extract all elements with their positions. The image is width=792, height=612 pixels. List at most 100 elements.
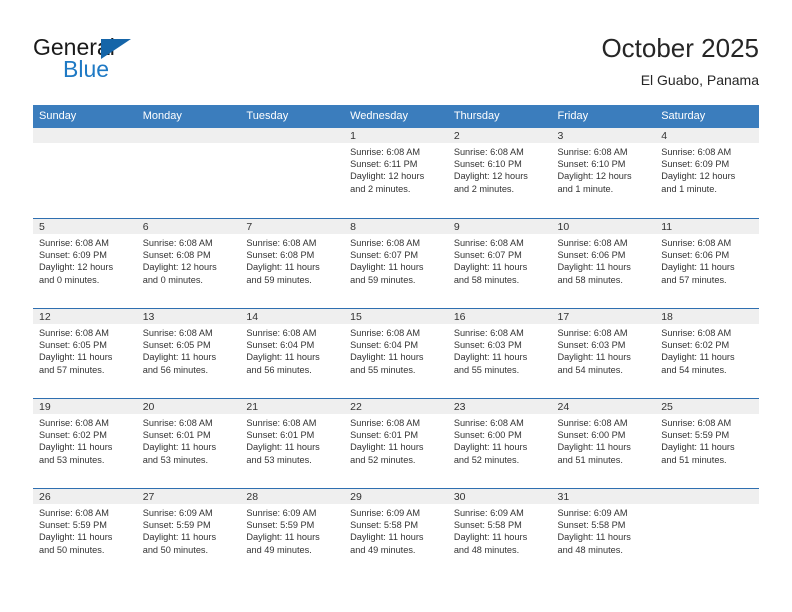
calendar-day-cell: [655, 488, 759, 578]
sunset-text: Sunset: 6:01 PM: [246, 430, 315, 441]
daylight-text-line2: and 55 minutes.: [453, 364, 520, 375]
calendar-day-cell[interactable]: 13 Sunrise: 6:08 AM Sunset: 6:05 PM Dayligh…: [136, 308, 241, 398]
day-details: Sunrise: 6:08 AM Sunset: 6:03 PM Daylight:…: [448, 324, 552, 376]
sunset-text: Sunset: 6:03 PM: [453, 340, 522, 351]
day-cell-inner: 30 Sunrise: 6:09 AM Sunset: 5:58 PM Dayligh…: [447, 488, 552, 578]
calendar-week-row: 19 Sunrise: 6:08 AM Sunset: 6:02 PM Dayligh…: [33, 398, 759, 488]
sunset-text: Sunset: 6:08 PM: [142, 250, 211, 261]
calendar-day-cell[interactable]: 30 Sunrise: 6:09 AM Sunset: 5:58 PM Dayligh…: [447, 488, 552, 578]
calendar-day-cell[interactable]: 18 Sunrise: 6:08 AM Sunset: 6:02 PM Dayligh…: [655, 308, 759, 398]
sunrise-text: Sunrise: 6:09 AM: [246, 508, 317, 518]
calendar-day-cell[interactable]: 20 Sunrise: 6:08 AM Sunset: 6:01 PM Dayligh…: [136, 398, 241, 488]
daylight-text-line2: and 51 minutes.: [557, 454, 623, 465]
calendar-day-cell[interactable]: 8 Sunrise: 6:08 AM Sunset: 6:07 PM Daylight…: [344, 218, 448, 308]
day-cell-inner: 5 Sunrise: 6:08 AM Sunset: 6:09 PM Daylight…: [33, 218, 137, 308]
day-cell-inner: 21 Sunrise: 6:08 AM Sunset: 6:01 PM Dayligh…: [240, 398, 345, 488]
calendar-day-cell[interactable]: 22 Sunrise: 6:08 AM Sunset: 6:01 PM Dayligh…: [344, 398, 448, 488]
day-details: Sunrise: 6:08 AM Sunset: 6:00 PM Daylight:…: [448, 414, 552, 466]
daylight-text-line2: and 2 minutes.: [350, 183, 411, 194]
sunset-text: Sunset: 6:01 PM: [350, 430, 419, 441]
day-details: Sunrise: 6:08 AM Sunset: 6:02 PM Daylight:…: [655, 324, 759, 376]
calendar-day-cell[interactable]: 5 Sunrise: 6:08 AM Sunset: 6:09 PM Daylight…: [33, 218, 137, 308]
day-number: 3: [551, 128, 656, 143]
calendar-day-cell[interactable]: 1 Sunrise: 6:08 AM Sunset: 6:11 PM Daylight…: [344, 128, 448, 218]
daylight-text-line2: and 2 minutes.: [453, 183, 515, 194]
day-number: 25: [655, 399, 759, 414]
sunset-text: Sunset: 6:00 PM: [453, 430, 522, 441]
day-number: 14: [240, 309, 345, 324]
calendar-day-cell[interactable]: 9 Sunrise: 6:08 AM Sunset: 6:07 PM Daylight…: [447, 218, 552, 308]
calendar-day-cell[interactable]: 6 Sunrise: 6:08 AM Sunset: 6:08 PM Daylight…: [136, 218, 241, 308]
daylight-text-line2: and 56 minutes.: [142, 364, 209, 375]
calendar-day-cell[interactable]: 24 Sunrise: 6:08 AM Sunset: 6:00 PM Dayligh…: [551, 398, 656, 488]
day-number: 7: [240, 219, 345, 234]
sunset-text: Sunset: 6:06 PM: [557, 250, 626, 261]
day-details: Sunrise: 6:08 AM Sunset: 6:07 PM Daylight:…: [448, 234, 552, 286]
calendar-day-cell[interactable]: 27 Sunrise: 6:09 AM Sunset: 5:59 PM Dayligh…: [136, 488, 241, 578]
calendar-day-cell[interactable]: 17 Sunrise: 6:08 AM Sunset: 6:03 PM Dayligh…: [551, 308, 656, 398]
day-cell-inner: 4 Sunrise: 6:08 AM Sunset: 6:09 PM Daylight…: [655, 128, 759, 218]
calendar-day-cell[interactable]: 4 Sunrise: 6:08 AM Sunset: 6:09 PM Daylight…: [655, 128, 759, 218]
calendar-day-cell[interactable]: 12 Sunrise: 6:08 AM Sunset: 6:05 PM Dayligh…: [33, 308, 137, 398]
day-number: 31: [551, 489, 656, 504]
sunrise-text: Sunrise: 6:08 AM: [557, 418, 628, 428]
day-number: 16: [447, 309, 552, 324]
general-blue-logo: General Blue: [33, 34, 233, 90]
calendar-day-cell[interactable]: 3 Sunrise: 6:08 AM Sunset: 6:10 PM Daylight…: [551, 128, 656, 218]
day-cell-inner: 22 Sunrise: 6:08 AM Sunset: 6:01 PM Dayligh…: [344, 398, 448, 488]
calendar-day-cell[interactable]: 16 Sunrise: 6:08 AM Sunset: 6:03 PM Dayligh…: [447, 308, 552, 398]
sunset-text: Sunset: 5:58 PM: [557, 520, 626, 531]
daylight-text-line2: and 0 minutes.: [39, 274, 100, 285]
sunrise-text: Sunrise: 6:08 AM: [350, 418, 421, 428]
calendar-day-cell[interactable]: 2 Sunrise: 6:08 AM Sunset: 6:10 PM Daylight…: [447, 128, 552, 218]
day-cell-inner: 13 Sunrise: 6:08 AM Sunset: 6:05 PM Dayligh…: [136, 308, 241, 398]
sunset-text: Sunset: 5:59 PM: [246, 520, 315, 531]
day-number: 8: [344, 219, 448, 234]
daylight-text-line1: Daylight: 11 hours: [453, 442, 528, 453]
daylight-text-line1: Daylight: 11 hours: [142, 352, 217, 363]
calendar-day-cell[interactable]: 23 Sunrise: 6:08 AM Sunset: 6:00 PM Dayligh…: [447, 398, 552, 488]
sunrise-text: Sunrise: 6:08 AM: [557, 328, 628, 338]
day-cell-inner: 18 Sunrise: 6:08 AM Sunset: 6:02 PM Dayligh…: [655, 308, 759, 398]
calendar-day-cell[interactable]: 14 Sunrise: 6:08 AM Sunset: 6:04 PM Dayligh…: [240, 308, 345, 398]
sunset-text: Sunset: 6:10 PM: [453, 159, 522, 170]
day-cell-inner: 26 Sunrise: 6:08 AM Sunset: 5:59 PM Dayligh…: [33, 488, 137, 578]
day-cell-inner: 12 Sunrise: 6:08 AM Sunset: 6:05 PM Dayligh…: [33, 308, 137, 398]
day-number: 10: [551, 219, 656, 234]
calendar-day-cell[interactable]: 31 Sunrise: 6:09 AM Sunset: 5:58 PM Dayligh…: [551, 488, 656, 578]
calendar-day-cell[interactable]: 21 Sunrise: 6:08 AM Sunset: 6:01 PM Dayligh…: [240, 398, 345, 488]
calendar-day-cell[interactable]: 29 Sunrise: 6:09 AM Sunset: 5:58 PM Dayligh…: [344, 488, 448, 578]
daylight-text-line1: Daylight: 12 hours: [39, 262, 114, 273]
day-cell-inner: 11 Sunrise: 6:08 AM Sunset: 6:06 PM Dayligh…: [655, 218, 759, 308]
calendar-day-cell: [240, 128, 345, 218]
calendar-week-row: 5 Sunrise: 6:08 AM Sunset: 6:09 PM Daylight…: [33, 218, 759, 308]
day-details: Sunrise: 6:08 AM Sunset: 6:01 PM Daylight:…: [344, 414, 448, 466]
calendar-day-cell[interactable]: 26 Sunrise: 6:08 AM Sunset: 5:59 PM Dayligh…: [33, 488, 137, 578]
calendar-day-cell[interactable]: 15 Sunrise: 6:08 AM Sunset: 6:04 PM Dayligh…: [344, 308, 448, 398]
sunrise-text: Sunrise: 6:08 AM: [39, 328, 109, 338]
sunrise-text: Sunrise: 6:08 AM: [557, 238, 628, 248]
daylight-text-line1: Daylight: 11 hours: [142, 532, 217, 543]
calendar-day-cell[interactable]: 7 Sunrise: 6:08 AM Sunset: 6:08 PM Daylight…: [240, 218, 345, 308]
day-cell-inner: 16 Sunrise: 6:08 AM Sunset: 6:03 PM Dayligh…: [447, 308, 552, 398]
day-number: [655, 489, 759, 504]
daylight-text-line2: and 49 minutes.: [350, 544, 416, 555]
daylight-text-line1: Daylight: 11 hours: [39, 442, 113, 453]
day-number: 13: [136, 309, 241, 324]
daylight-text-line1: Daylight: 11 hours: [350, 262, 424, 273]
day-number: [33, 128, 137, 143]
daylight-text-line1: Daylight: 11 hours: [350, 352, 424, 363]
daylight-text-line2: and 53 minutes.: [39, 454, 105, 465]
calendar-day-cell[interactable]: 19 Sunrise: 6:08 AM Sunset: 6:02 PM Dayligh…: [33, 398, 137, 488]
calendar-day-cell[interactable]: 11 Sunrise: 6:08 AM Sunset: 6:06 PM Dayligh…: [655, 218, 759, 308]
calendar-day-cell[interactable]: 25 Sunrise: 6:08 AM Sunset: 5:59 PM Dayligh…: [655, 398, 759, 488]
weekday-header-wednesday: Wednesday: [344, 105, 448, 128]
sunset-text: Sunset: 5:59 PM: [142, 520, 211, 531]
daylight-text-line1: Daylight: 11 hours: [350, 532, 424, 543]
day-details: Sunrise: 6:08 AM Sunset: 6:06 PM Daylight:…: [552, 234, 656, 286]
day-details: Sunrise: 6:08 AM Sunset: 6:02 PM Daylight:…: [33, 414, 137, 466]
calendar-day-cell[interactable]: 28 Sunrise: 6:09 AM Sunset: 5:59 PM Dayligh…: [240, 488, 345, 578]
daylight-text-line2: and 53 minutes.: [142, 454, 209, 465]
day-number: 12: [33, 309, 137, 324]
calendar-day-cell[interactable]: 10 Sunrise: 6:08 AM Sunset: 6:06 PM Dayligh…: [551, 218, 656, 308]
